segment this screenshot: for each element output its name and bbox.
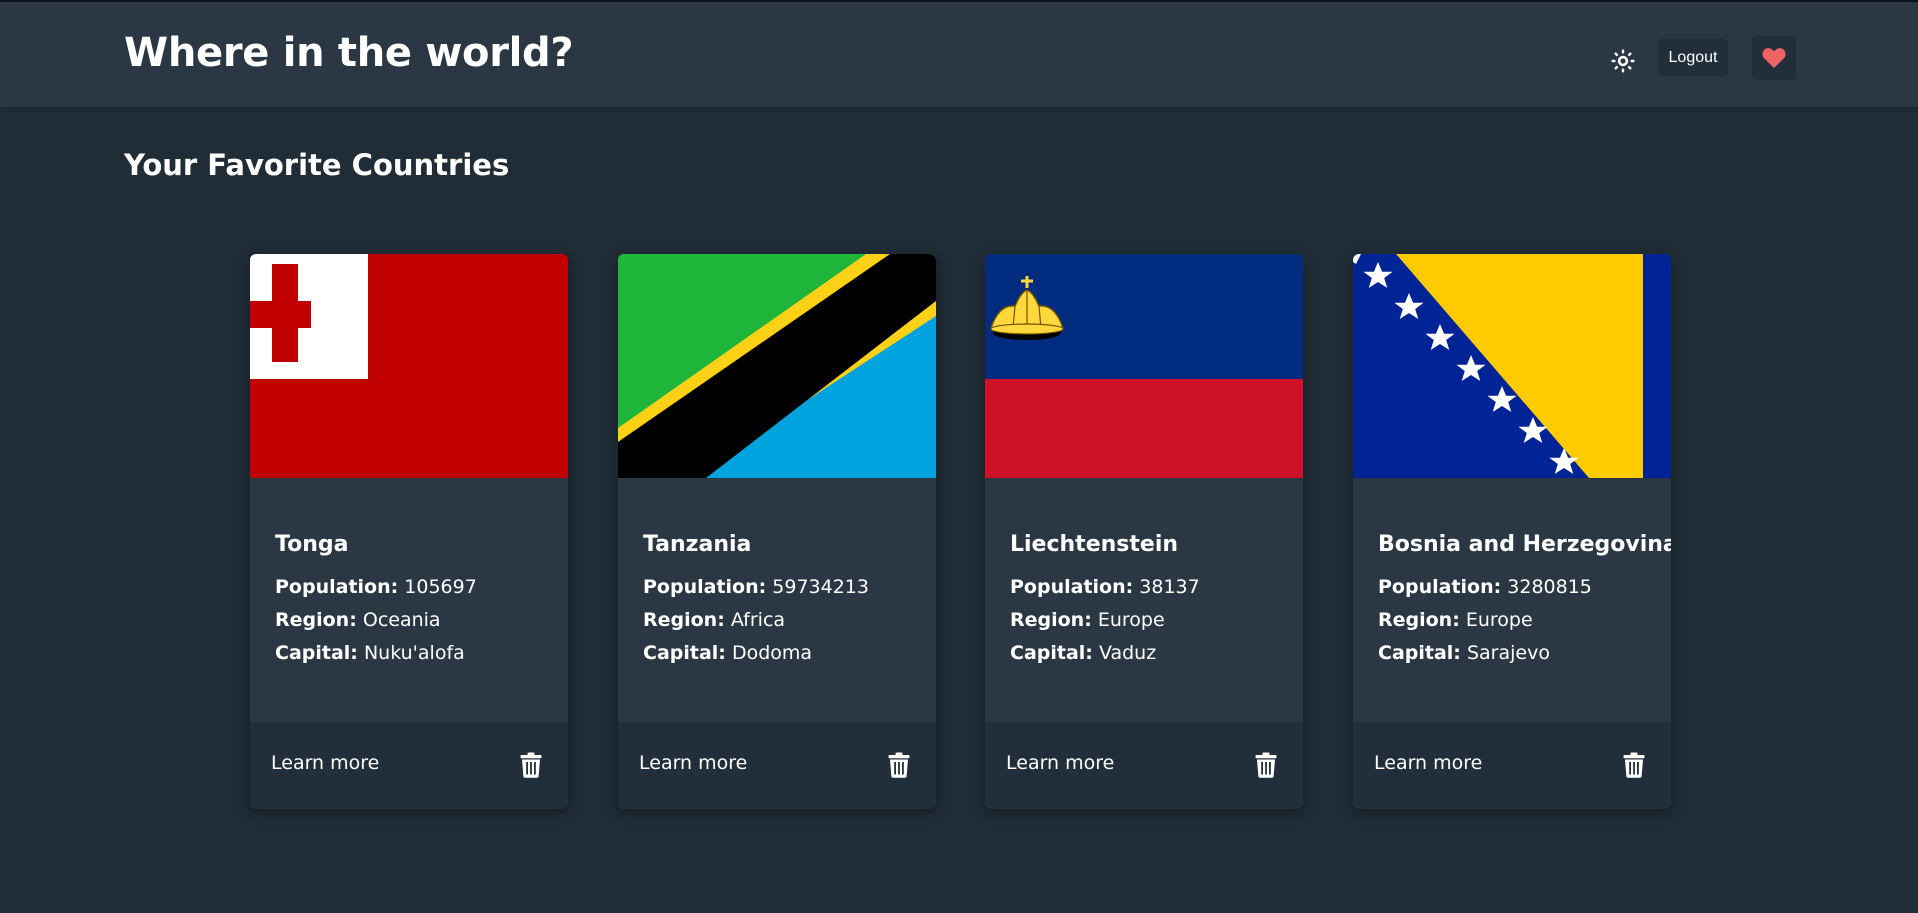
- card-body: Liechtenstein Population: 38137 Region: …: [985, 478, 1303, 722]
- logout-button[interactable]: Logout: [1658, 39, 1728, 76]
- capital-value: Dodoma: [731, 642, 813, 664]
- learn-more-button[interactable]: Learn more: [1374, 752, 1482, 774]
- capital-label: Capital:: [275, 642, 358, 664]
- capital-label: Capital:: [1378, 642, 1461, 664]
- card-footer: Learn more: [985, 722, 1303, 809]
- trash-icon: [888, 752, 910, 778]
- population-stat: Population: 38137: [1010, 576, 1200, 598]
- delete-button[interactable]: [1621, 750, 1647, 780]
- region-stat: Region: Oceania: [275, 609, 441, 631]
- region-value: Europe: [1465, 609, 1533, 631]
- capital-stat: Capital: Sarajevo: [1378, 642, 1550, 664]
- card-body: Tonga Population: 105697 Region: Oceania…: [250, 478, 568, 722]
- capital-value: Nuku'alofa: [363, 642, 465, 664]
- country-name: Bosnia and Herzegovina: [1378, 532, 1671, 557]
- capital-label: Capital:: [643, 642, 726, 664]
- learn-more-button[interactable]: Learn more: [639, 752, 747, 774]
- population-value: 59734213: [772, 576, 869, 598]
- population-stat: Population: 59734213: [643, 576, 869, 598]
- card-footer: Learn more: [250, 722, 568, 809]
- capital-stat: Capital: Dodoma: [643, 642, 812, 664]
- app-header: Where in the world? Logout: [0, 2, 1918, 107]
- delete-button[interactable]: [518, 750, 544, 780]
- region-stat: Region: Europe: [1010, 609, 1165, 631]
- liechtenstein-flag: [985, 254, 1303, 478]
- population-stat: Population: 105697: [275, 576, 477, 598]
- population-label: Population:: [1010, 576, 1134, 598]
- app-title: Where in the world?: [124, 30, 574, 76]
- learn-more-button[interactable]: Learn more: [271, 752, 379, 774]
- region-stat: Region: Africa: [643, 609, 785, 631]
- delete-button[interactable]: [886, 750, 912, 780]
- tonga-flag: [250, 254, 568, 478]
- capital-stat: Capital: Nuku'alofa: [275, 642, 465, 664]
- region-stat: Region: Europe: [1378, 609, 1533, 631]
- section-title: Your Favorite Countries: [124, 148, 510, 182]
- region-label: Region:: [1378, 609, 1460, 631]
- favorites-button[interactable]: [1752, 36, 1796, 80]
- capital-value: Vaduz: [1098, 642, 1157, 664]
- region-value: Africa: [730, 609, 786, 631]
- trash-icon: [520, 752, 542, 778]
- country-name: Liechtenstein: [1010, 532, 1179, 557]
- region-label: Region:: [275, 609, 357, 631]
- population-label: Population:: [643, 576, 767, 598]
- trash-icon: [1623, 752, 1645, 778]
- country-name: Tonga: [275, 532, 349, 557]
- country-card: Bosnia and Herzegovina Population: 32808…: [1353, 254, 1671, 809]
- population-label: Population:: [1378, 576, 1502, 598]
- card-footer: Learn more: [618, 722, 936, 809]
- theme-toggle-button[interactable]: [1604, 42, 1642, 80]
- region-value: Oceania: [362, 609, 441, 631]
- population-value: 105697: [404, 576, 477, 598]
- country-card: Tanzania Population: 59734213 Region: Af…: [618, 254, 936, 809]
- trash-icon: [1255, 752, 1277, 778]
- heart-icon: [1762, 48, 1786, 68]
- card-footer: Learn more: [1353, 722, 1671, 809]
- bosnia-flag: [1353, 254, 1671, 478]
- capital-label: Capital:: [1010, 642, 1093, 664]
- card-body: Bosnia and Herzegovina Population: 32808…: [1353, 478, 1671, 722]
- country-card: Tonga Population: 105697 Region: Oceania…: [250, 254, 568, 809]
- card-body: Tanzania Population: 59734213 Region: Af…: [618, 478, 936, 722]
- region-value: Europe: [1097, 609, 1165, 631]
- population-value: 38137: [1139, 576, 1200, 598]
- region-label: Region:: [643, 609, 725, 631]
- capital-value: Sarajevo: [1466, 642, 1550, 664]
- sun-icon: [1611, 49, 1635, 73]
- country-card: Liechtenstein Population: 38137 Region: …: [985, 254, 1303, 809]
- capital-stat: Capital: Vaduz: [1010, 642, 1156, 664]
- tanzania-flag: [618, 254, 936, 478]
- learn-more-button[interactable]: Learn more: [1006, 752, 1114, 774]
- country-name: Tanzania: [643, 532, 752, 557]
- population-label: Population:: [275, 576, 399, 598]
- delete-button[interactable]: [1253, 750, 1279, 780]
- population-stat: Population: 3280815: [1378, 576, 1592, 598]
- population-value: 3280815: [1507, 576, 1592, 598]
- region-label: Region:: [1010, 609, 1092, 631]
